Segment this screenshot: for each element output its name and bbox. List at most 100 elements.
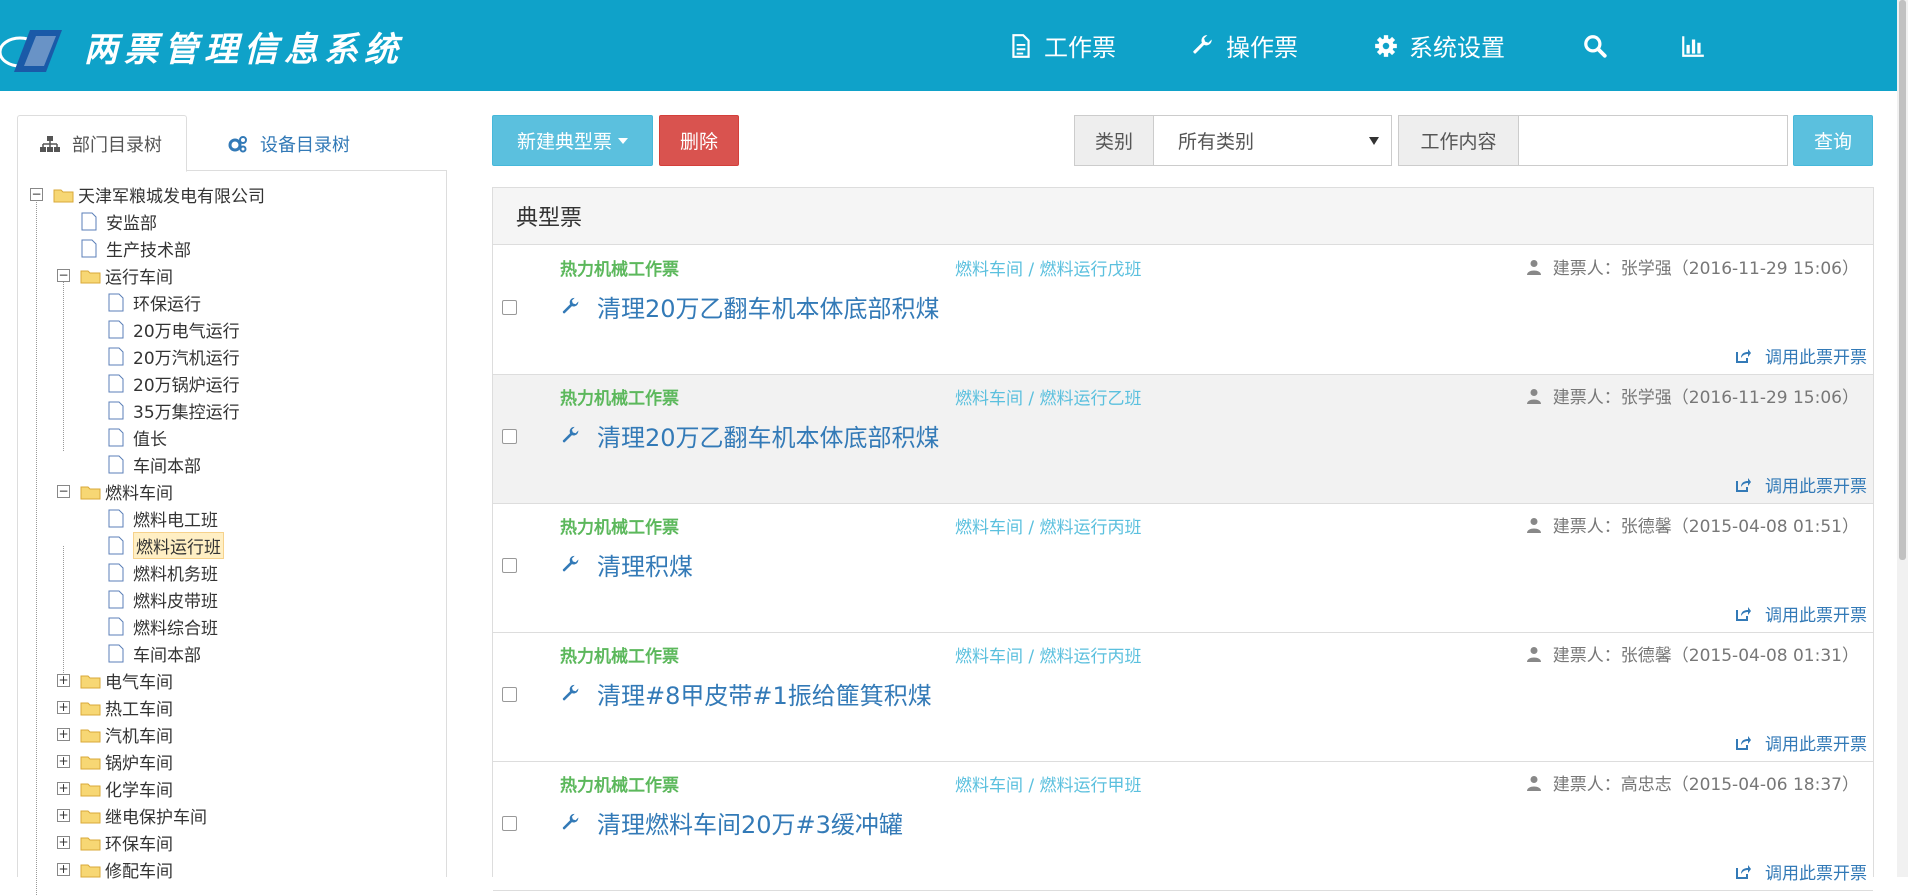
- tree-node-leaf-selected[interactable]: 燃料运行班: [108, 532, 224, 559]
- collapse-icon[interactable]: −: [30, 188, 43, 201]
- document-icon: [108, 347, 124, 366]
- ticket-checkbox[interactable]: [502, 429, 517, 444]
- tree-node-leaf[interactable]: 20万锅炉运行: [108, 370, 240, 397]
- user-icon: [1526, 259, 1541, 275]
- use-ticket-link[interactable]: 调用此票开票: [1735, 859, 1867, 884]
- ticket-department-link[interactable]: 燃料车间 / 燃料运行丙班: [955, 642, 1142, 667]
- tree-node-folder[interactable]: + 热工车间: [57, 694, 173, 721]
- tree-node-folder[interactable]: + 环保车间: [57, 829, 173, 856]
- work-content-addon: 工作内容: [1398, 115, 1519, 166]
- ticket-title-link[interactable]: 清理20万乙翻车机本体底部积煤: [560, 289, 940, 324]
- work-content-input[interactable]: [1518, 115, 1788, 166]
- tree-node-leaf[interactable]: 20万电气运行: [108, 316, 240, 343]
- wrench-icon: [562, 555, 579, 571]
- tree-node-folder[interactable]: + 汽机车间: [57, 721, 173, 748]
- tree-node-leaf[interactable]: 安监部: [81, 208, 157, 235]
- tree-node-leaf[interactable]: 燃料皮带班: [108, 586, 218, 613]
- tree-node-label: 安监部: [106, 214, 157, 234]
- expand-icon[interactable]: +: [57, 674, 70, 687]
- nav-work-ticket[interactable]: 工作票: [1008, 0, 1116, 91]
- tree-guide: [36, 195, 37, 895]
- collapse-icon[interactable]: −: [57, 269, 70, 282]
- tree-node-leaf[interactable]: 燃料机务班: [108, 559, 218, 586]
- tab-department-tree[interactable]: 部门目录树: [17, 115, 187, 172]
- ticket-department-link[interactable]: 燃料车间 / 燃料运行甲班: [955, 771, 1142, 796]
- tree-node-folder[interactable]: − 燃料车间: [57, 478, 173, 505]
- ticket-title-text: 清理积煤: [597, 553, 693, 581]
- category-select[interactable]: 所有类别: [1153, 115, 1392, 166]
- nav-statistics[interactable]: [1680, 0, 1716, 91]
- ticket-checkbox[interactable]: [502, 687, 517, 702]
- use-ticket-link[interactable]: 调用此票开票: [1735, 601, 1867, 626]
- tab-equipment-tree[interactable]: 设备目录树: [210, 115, 390, 172]
- tree-node-label: 车间本部: [133, 457, 201, 477]
- ticket-title-link[interactable]: 清理燃料车间20万#3缓冲罐: [560, 805, 903, 840]
- document-icon: [108, 617, 124, 636]
- tree-node-leaf[interactable]: 生产技术部: [81, 235, 191, 262]
- ticket-title-link[interactable]: 清理#8甲皮带#1振给篚箕积煤: [560, 676, 932, 711]
- bar-chart-icon: [1682, 35, 1704, 57]
- ticket-title-link[interactable]: 清理积煤: [560, 547, 693, 582]
- use-ticket-label: 调用此票开票: [1765, 348, 1867, 368]
- ticket-title-text: 清理20万乙翻车机本体底部积煤: [597, 424, 940, 452]
- ticket-department-link[interactable]: 燃料车间 / 燃料运行乙班: [955, 384, 1142, 409]
- use-ticket-link[interactable]: 调用此票开票: [1735, 730, 1867, 755]
- ticket-item: 热力机械工作票 燃料车间 / 燃料运行丙班 建票人：张德馨（2015-04-08…: [493, 633, 1873, 762]
- tree-node-leaf[interactable]: 燃料电工班: [108, 505, 218, 532]
- document-icon: [108, 455, 124, 474]
- use-ticket-link[interactable]: 调用此票开票: [1735, 343, 1867, 368]
- delete-button[interactable]: 删除: [659, 115, 739, 166]
- ticket-type: 热力机械工作票: [560, 260, 679, 280]
- ticket-creator-text: 建票人：张德馨（2015-04-08 01:31）: [1552, 646, 1859, 666]
- tab-department-tree-label: 部门目录树: [72, 134, 162, 156]
- ticket-department-link[interactable]: 燃料车间 / 燃料运行戊班: [955, 255, 1142, 280]
- nav-operation-ticket[interactable]: 操作票: [1190, 0, 1298, 91]
- page-scrollbar-thumb[interactable]: [1899, 0, 1906, 560]
- tree-node-leaf[interactable]: 值长: [108, 424, 167, 451]
- query-button[interactable]: 查询: [1793, 115, 1873, 166]
- tree-node-label: 运行车间: [105, 268, 173, 288]
- search-icon: [1584, 34, 1607, 58]
- new-typical-ticket-button[interactable]: 新建典型票: [492, 115, 653, 166]
- tree-node-leaf[interactable]: 车间本部: [108, 640, 201, 667]
- ticket-checkbox[interactable]: [502, 300, 517, 315]
- tree-node-leaf[interactable]: 35万集控运行: [108, 397, 240, 424]
- ticket-creator: 建票人：张学强（2016-11-29 15:06）: [1526, 254, 1859, 279]
- expand-icon[interactable]: +: [57, 782, 70, 795]
- tree-node-leaf[interactable]: 环保运行: [108, 289, 201, 316]
- tree-node-root[interactable]: − 天津军粮城发电有限公司: [30, 181, 265, 208]
- expand-icon[interactable]: +: [57, 755, 70, 768]
- tree-node-leaf[interactable]: 20万汽机运行: [108, 343, 240, 370]
- expand-icon[interactable]: +: [57, 836, 70, 849]
- ticket-checkbox[interactable]: [502, 816, 517, 831]
- expand-icon[interactable]: +: [57, 863, 70, 876]
- tree-node-leaf[interactable]: 车间本部: [108, 451, 201, 478]
- wrench-icon: [562, 813, 579, 829]
- expand-icon[interactable]: +: [57, 809, 70, 822]
- tree-node-folder[interactable]: + 化学车间: [57, 775, 173, 802]
- tree-node-folder[interactable]: + 锅炉车间: [57, 748, 173, 775]
- tree-node-folder[interactable]: + 继电保护车间: [57, 802, 207, 829]
- use-ticket-link[interactable]: 调用此票开票: [1735, 472, 1867, 497]
- nav-search[interactable]: [1582, 0, 1618, 91]
- tree-node-leaf[interactable]: 燃料综合班: [108, 613, 218, 640]
- document-icon: [108, 590, 124, 609]
- nav-system-settings[interactable]: 系统设置: [1373, 0, 1505, 91]
- collapse-icon[interactable]: −: [57, 485, 70, 498]
- tree-node-label: 化学车间: [105, 781, 173, 801]
- ticket-department-link[interactable]: 燃料车间 / 燃料运行丙班: [955, 513, 1142, 538]
- tree-node-folder[interactable]: + 修配车间: [57, 856, 173, 883]
- folder-icon: [80, 783, 101, 796]
- ticket-title-link[interactable]: 清理20万乙翻车机本体底部积煤: [560, 418, 940, 453]
- tree-node-label: 修配车间: [105, 862, 173, 882]
- expand-icon[interactable]: +: [57, 728, 70, 741]
- ticket-checkbox[interactable]: [502, 558, 517, 573]
- tree-node-folder[interactable]: − 运行车间: [57, 262, 173, 289]
- expand-icon[interactable]: +: [57, 701, 70, 714]
- new-typical-ticket-label: 新建典型票: [516, 131, 612, 153]
- file-icon: [1012, 33, 1030, 58]
- ticket-item: 热力机械工作票 燃料车间 / 燃料运行戊班 建票人：张学强（2016-11-29…: [493, 246, 1873, 375]
- tree-node-folder[interactable]: + 电气车间: [57, 667, 173, 694]
- tree-guide: [63, 546, 64, 681]
- ticket-type: 热力机械工作票: [560, 647, 679, 667]
